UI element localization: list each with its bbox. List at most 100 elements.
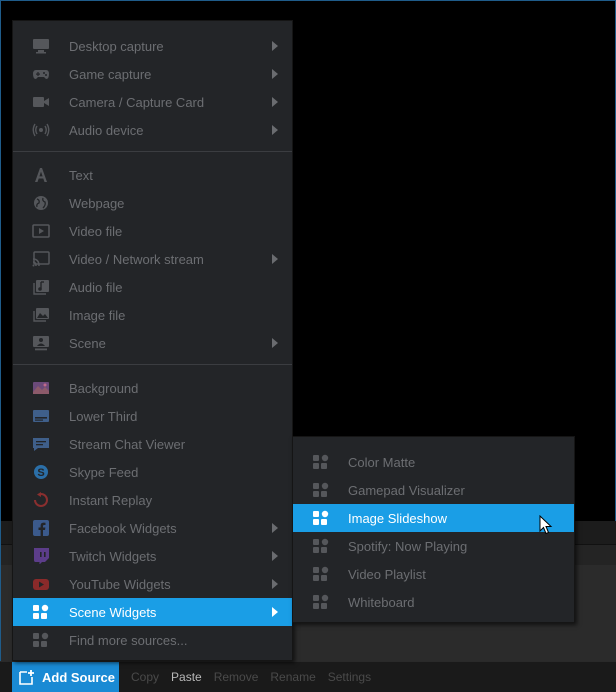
chat-icon bbox=[32, 436, 50, 452]
menu-item-label: Image Slideshow bbox=[348, 511, 447, 526]
menu-item-image-slideshow[interactable]: Image Slideshow bbox=[293, 504, 574, 532]
widgets-icon bbox=[312, 538, 330, 554]
camera-icon bbox=[32, 94, 50, 110]
widgets-icon bbox=[312, 454, 330, 470]
youtube-icon bbox=[32, 576, 50, 592]
menu-item-label: Color Matte bbox=[348, 455, 416, 470]
menu-item-webpage[interactable]: Webpage bbox=[13, 189, 292, 217]
menu-item-label: Video file bbox=[69, 224, 123, 239]
menu-item-color-matte[interactable]: Color Matte bbox=[293, 448, 574, 476]
rename-button[interactable]: Rename bbox=[270, 670, 315, 684]
submenu-arrow-icon bbox=[272, 523, 278, 533]
paste-button[interactable]: Paste bbox=[171, 670, 202, 684]
twitch-icon bbox=[32, 548, 50, 564]
menu-item-audio-device[interactable]: Audio device bbox=[13, 116, 292, 144]
audio-file-icon bbox=[32, 279, 50, 295]
menu-item-label: Twitch Widgets bbox=[69, 549, 157, 564]
widgets-icon bbox=[312, 566, 330, 582]
menu-item-audio-file[interactable]: Audio file bbox=[13, 273, 292, 301]
menu-item-instant-replay[interactable]: Instant Replay bbox=[13, 486, 292, 514]
menu-item-lower-third[interactable]: Lower Third bbox=[13, 402, 292, 430]
menu-item-background[interactable]: Background bbox=[13, 374, 292, 402]
widgets-icon bbox=[312, 594, 330, 610]
menu-item-label: Scene bbox=[69, 336, 106, 351]
menu-item-label: Whiteboard bbox=[348, 595, 415, 610]
widgets-icon bbox=[312, 482, 330, 498]
menu-item-video-network-stream[interactable]: Video / Network stream bbox=[13, 245, 292, 273]
menu-item-video-file[interactable]: Video file bbox=[13, 217, 292, 245]
menu-item-label: Lower Third bbox=[69, 409, 138, 424]
submenu-arrow-icon bbox=[272, 579, 278, 589]
add-source-menu: Desktop capture Game capture Camera / Capt… bbox=[12, 20, 293, 661]
menu-item-whiteboard[interactable]: Whiteboard bbox=[293, 588, 574, 616]
menu-item-label: Audio file bbox=[69, 280, 123, 295]
image-icon bbox=[32, 307, 50, 323]
menu-item-label: Image file bbox=[69, 308, 126, 323]
submenu-arrow-icon bbox=[272, 41, 278, 51]
video-file-icon bbox=[32, 223, 50, 239]
add-source-icon bbox=[19, 669, 34, 685]
submenu-arrow-icon bbox=[272, 338, 278, 348]
settings-button[interactable]: Settings bbox=[328, 670, 371, 684]
menu-item-text[interactable]: Text bbox=[13, 161, 292, 189]
menu-item-gamepad-visualizer[interactable]: Gamepad Visualizer bbox=[293, 476, 574, 504]
scene-icon bbox=[32, 335, 50, 351]
menu-item-skype-feed[interactable]: S Skype Feed bbox=[13, 458, 292, 486]
menu-item-desktop-capture[interactable]: Desktop capture bbox=[13, 32, 292, 60]
remove-button[interactable]: Remove bbox=[214, 670, 259, 684]
menu-item-image-file[interactable]: Image file bbox=[13, 301, 292, 329]
menu-item-label: Skype Feed bbox=[69, 465, 139, 480]
add-source-button[interactable]: Add Source bbox=[12, 661, 119, 692]
add-source-label: Add Source bbox=[42, 669, 115, 685]
menu-item-label: Camera / Capture Card bbox=[69, 95, 205, 110]
menu-item-label: Video Playlist bbox=[348, 567, 426, 582]
menu-item-twitch-widgets[interactable]: Twitch Widgets bbox=[13, 542, 292, 570]
text-icon bbox=[32, 167, 50, 183]
menu-item-label: Game capture bbox=[69, 67, 152, 82]
menu-item-camera-capture-card[interactable]: Camera / Capture Card bbox=[13, 88, 292, 116]
menu-separator bbox=[13, 364, 292, 365]
menu-item-label: Background bbox=[69, 381, 139, 396]
menu-item-stream-chat-viewer[interactable]: Stream Chat Viewer bbox=[13, 430, 292, 458]
lower-third-icon bbox=[32, 408, 50, 424]
gamepad-icon bbox=[32, 66, 50, 82]
sources-toolbar: Add Source Copy Paste Remove Rename Sett… bbox=[0, 661, 616, 692]
submenu-arrow-icon bbox=[272, 125, 278, 135]
background-icon bbox=[32, 380, 50, 396]
submenu-arrow-icon bbox=[272, 69, 278, 79]
menu-item-label: Stream Chat Viewer bbox=[69, 437, 186, 452]
skype-icon: S bbox=[32, 464, 50, 480]
menu-item-youtube-widgets[interactable]: YouTube Widgets bbox=[13, 570, 292, 598]
menu-item-label: YouTube Widgets bbox=[69, 577, 171, 592]
menu-item-label: Spotify: Now Playing bbox=[348, 539, 468, 554]
svg-text:S: S bbox=[37, 467, 44, 479]
menu-item-game-capture[interactable]: Game capture bbox=[13, 60, 292, 88]
menu-item-label: Text bbox=[69, 168, 93, 183]
menu-item-label: Webpage bbox=[69, 196, 125, 211]
monitor-icon bbox=[32, 38, 50, 54]
menu-item-scene-widgets[interactable]: Scene Widgets bbox=[13, 598, 292, 626]
menu-item-scene[interactable]: Scene bbox=[13, 329, 292, 357]
menu-item-video-playlist[interactable]: Video Playlist bbox=[293, 560, 574, 588]
menu-item-spotify-now-playing[interactable]: Spotify: Now Playing bbox=[293, 532, 574, 560]
globe-icon bbox=[32, 195, 50, 211]
replay-icon bbox=[32, 492, 50, 508]
menu-item-facebook-widgets[interactable]: Facebook Widgets bbox=[13, 514, 292, 542]
menu-item-label: Audio device bbox=[69, 123, 144, 138]
submenu-arrow-icon bbox=[272, 97, 278, 107]
submenu-arrow-icon bbox=[272, 551, 278, 561]
widgets-icon bbox=[32, 632, 50, 648]
audio-device-icon bbox=[32, 122, 50, 138]
menu-item-find-more-sources[interactable]: Find more sources... bbox=[13, 626, 292, 654]
widgets-icon bbox=[32, 604, 50, 620]
submenu-arrow-icon bbox=[272, 607, 278, 617]
menu-item-label: Scene Widgets bbox=[69, 605, 157, 620]
menu-item-label: Facebook Widgets bbox=[69, 521, 177, 536]
copy-button[interactable]: Copy bbox=[131, 670, 159, 684]
menu-item-label: Video / Network stream bbox=[69, 252, 204, 267]
menu-item-label: Instant Replay bbox=[69, 493, 153, 508]
facebook-icon bbox=[32, 520, 50, 536]
mouse-cursor-icon bbox=[539, 515, 553, 535]
scene-widgets-submenu: Color Matte Gamepad Visualizer Image Slide… bbox=[292, 436, 575, 623]
widgets-icon bbox=[312, 510, 330, 526]
